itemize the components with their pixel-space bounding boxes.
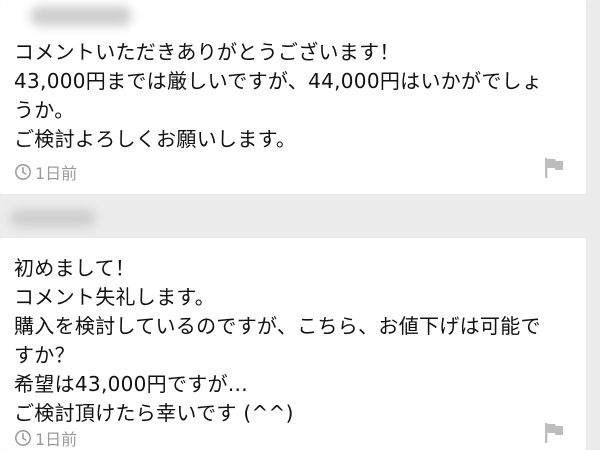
- clock-icon: [15, 164, 31, 180]
- comment-thread: コメントいただきありがとうございます！ 43,000円までは厳しいですが、44,…: [0, 0, 600, 450]
- comment-line: コメント失礼します。: [14, 285, 215, 309]
- clock-icon: [15, 430, 31, 446]
- comment-line: すか？: [14, 343, 75, 367]
- commenter-name-blurred: [30, 6, 132, 26]
- comment-card: 初めまして！ コメント失礼します。 購入を検討しているのですが、こちら、お値下げ…: [0, 238, 586, 450]
- comment-line: 初めまして！: [14, 256, 136, 280]
- comment-line: ご検討頂けたら幸いです (^^): [14, 401, 294, 425]
- comment-card: コメントいただきありがとうございます！ 43,000円までは厳しいですが、44,…: [0, 0, 586, 194]
- comment-line: 43,000円までは厳しいですが、44,000円はいかがでしょ: [14, 69, 543, 93]
- commenter-name-blurred: [10, 209, 96, 227]
- flag-icon[interactable]: [544, 422, 564, 444]
- comment-line: ご検討よろしくお願いします。: [14, 127, 297, 151]
- comment-message: コメントいただきありがとうございます！ 43,000円までは厳しいですが、44,…: [14, 38, 566, 154]
- comment-message: 初めまして！ コメント失礼します。 購入を検討しているのですが、こちら、お値下げ…: [14, 254, 566, 428]
- comment-line: コメントいただきありがとうございます！: [14, 40, 400, 64]
- comment-timestamp: 1日前: [14, 160, 77, 184]
- comment-line: うか。: [14, 98, 75, 122]
- timestamp-text: 1日前: [35, 430, 78, 449]
- timestamp-text: 1日前: [35, 164, 78, 183]
- flag-icon[interactable]: [544, 157, 564, 179]
- comment-line: 購入を検討しているのですが、こちら、お値下げは可能で: [14, 314, 541, 338]
- comment-timestamp: 1日前: [14, 426, 77, 450]
- comment-line: 希望は43,000円ですが...: [14, 372, 248, 396]
